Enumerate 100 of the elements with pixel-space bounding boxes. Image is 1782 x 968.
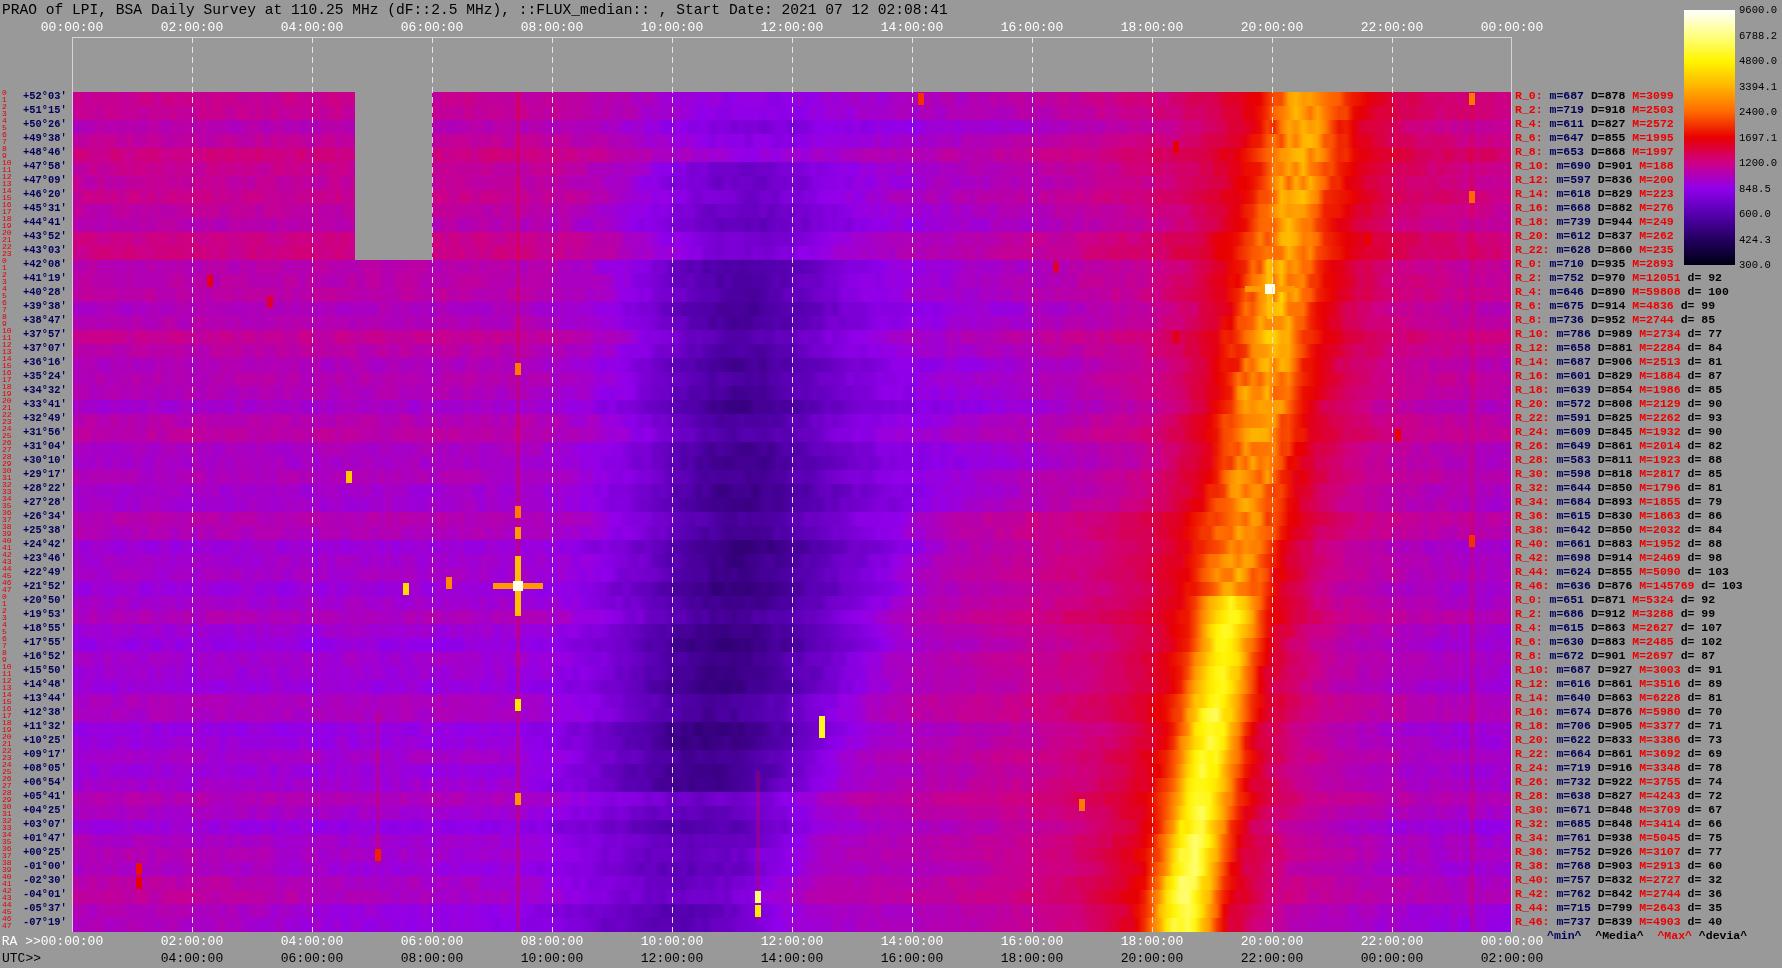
max-value: M=2744: [1639, 887, 1681, 901]
scale-tick-label: 6788.2: [1739, 29, 1778, 42]
declination-label: +11°32': [23, 719, 67, 733]
deviation-value: d= 36: [1687, 887, 1723, 901]
deviation-value: d= 89: [1687, 677, 1723, 691]
min-value: m=715: [1556, 901, 1591, 915]
beam-number: 13: [2, 684, 13, 691]
max-value: M=3099: [1632, 89, 1674, 103]
beam-number: 39: [2, 530, 13, 537]
min-value: m=618: [1556, 187, 1591, 201]
ray-label: R_12:: [1515, 677, 1550, 691]
beam-number: 38: [2, 523, 13, 530]
ray-label: R_22:: [1515, 243, 1550, 257]
declination-label: +18°55': [23, 621, 67, 635]
min-value: m=572: [1556, 397, 1591, 411]
beam-number: 43: [2, 894, 13, 901]
max-value: M=2503: [1632, 103, 1674, 117]
median-value: D=906: [1597, 355, 1633, 369]
utc-time-label: 08:00:00: [400, 951, 464, 966]
max-value: M=5045: [1639, 831, 1681, 845]
beam-number: 22: [2, 411, 13, 418]
min-value: m=651: [1549, 593, 1584, 607]
beam-number: 14: [2, 355, 13, 362]
deviation-value: d= 99: [1680, 607, 1716, 621]
column-legend-label: ^devia^: [1698, 929, 1748, 942]
declination-label: +13°44': [23, 691, 67, 705]
beam-number: 18: [2, 215, 13, 222]
median-value: D=871: [1590, 593, 1626, 607]
median-value: D=876: [1597, 579, 1633, 593]
median-value: D=836: [1597, 173, 1633, 187]
max-value: M=3755: [1639, 775, 1681, 789]
min-value: m=636: [1556, 579, 1591, 593]
deviation-value: d= 85: [1680, 313, 1716, 327]
ray-label: R_0:: [1515, 593, 1543, 607]
ray-label: R_2:: [1515, 103, 1543, 117]
ray-label: R_2:: [1515, 607, 1543, 621]
median-value: D=868: [1590, 145, 1626, 159]
ray-label: R_16:: [1515, 705, 1550, 719]
ray-label: R_0:: [1515, 89, 1543, 103]
median-value: D=863: [1590, 621, 1626, 635]
ray-label: R_18:: [1515, 215, 1550, 229]
beam-number: 8: [2, 649, 8, 656]
beam-number: 43: [2, 558, 13, 565]
scale-tick-label: 300.0: [1739, 259, 1772, 271]
beam-number: 2: [2, 271, 8, 278]
median-value: D=912: [1590, 607, 1626, 621]
median-value: D=825: [1597, 411, 1633, 425]
ray-label: R_20:: [1515, 397, 1550, 411]
min-value: m=644: [1556, 481, 1591, 495]
max-value: M=1932: [1639, 425, 1681, 439]
ray-label: R_30:: [1515, 467, 1550, 481]
beam-number: 4: [2, 117, 8, 124]
ray-label: R_4:: [1515, 117, 1543, 131]
max-value: M=2817: [1639, 467, 1681, 481]
max-value: M=2697: [1632, 649, 1674, 663]
min-value: m=752: [1549, 271, 1584, 285]
min-value: m=685: [1556, 817, 1591, 831]
ray-label: R_44:: [1515, 901, 1550, 915]
utc-time-label: 12:00:00: [640, 951, 704, 966]
median-value: D=848: [1597, 817, 1633, 831]
ray-label: R_16:: [1515, 369, 1550, 383]
beam-number: 30: [2, 803, 13, 810]
deviation-value: d= 92: [1680, 593, 1716, 607]
min-value: m=615: [1549, 621, 1584, 635]
ra-time-label: 22:00:00: [1360, 934, 1424, 949]
ra-time-label: 06:00:00: [400, 934, 464, 949]
time-axis-label: 18:00:00: [1120, 20, 1184, 35]
utc-time-label: 16:00:00: [880, 951, 944, 966]
max-value: M=200: [1639, 173, 1674, 187]
declination-label: +42°08': [23, 257, 67, 271]
min-value: m=598: [1556, 467, 1591, 481]
beam-number: 21: [2, 404, 13, 411]
max-value: M=59808: [1632, 285, 1681, 299]
deviation-value: d= 32: [1687, 873, 1723, 887]
max-value: M=145769: [1639, 579, 1695, 593]
beam-number: 45: [2, 908, 13, 915]
declination-label: +23°46': [23, 551, 67, 565]
min-value: m=622: [1556, 733, 1591, 747]
scale-tick-label: 2400.0: [1739, 106, 1778, 118]
ray-label: R_46:: [1515, 579, 1550, 593]
deviation-value: d= 103: [1701, 579, 1743, 593]
ray-label: R_14:: [1515, 355, 1550, 369]
min-value: m=671: [1556, 803, 1591, 817]
max-value: M=1986: [1639, 383, 1681, 397]
ray-label: R_38:: [1515, 859, 1550, 873]
time-axis-label: 02:00:00: [160, 20, 224, 35]
utc-time-label: 20:00:00: [1120, 951, 1184, 966]
ray-label: R_22:: [1515, 411, 1550, 425]
min-value: m=786: [1556, 327, 1591, 341]
deviation-value: d= 69: [1687, 747, 1723, 761]
beam-number: 23: [2, 418, 13, 425]
beam-number: 16: [2, 369, 13, 376]
ray-label: R_18:: [1515, 719, 1550, 733]
deviation-value: d= 82: [1687, 439, 1723, 453]
max-value: M=3348: [1639, 761, 1681, 775]
beam-number: 8: [2, 145, 8, 152]
declination-label: +48°46': [23, 145, 67, 159]
beam-number: 3: [2, 278, 8, 285]
min-value: m=737: [1556, 915, 1591, 929]
beam-number: 21: [2, 740, 13, 747]
